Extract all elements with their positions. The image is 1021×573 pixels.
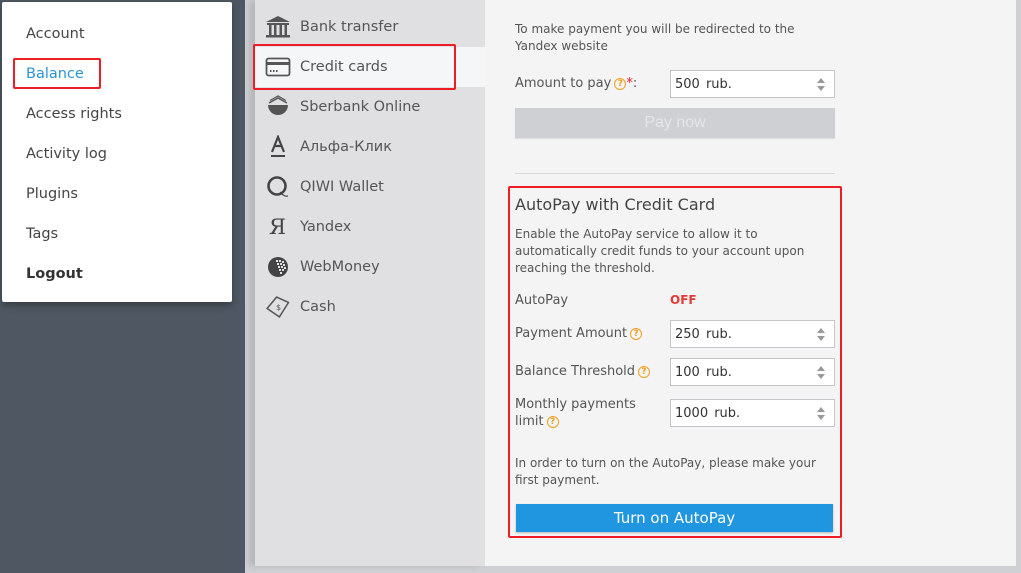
help-icon[interactable]: ? [546,415,559,428]
bank-icon [264,14,291,41]
help-icon[interactable]: ? [614,77,627,90]
spinner-up-icon[interactable] [817,327,825,333]
method-yandex[interactable]: Я Yandex [255,207,485,247]
balance-threshold-spinner[interactable] [814,361,828,383]
spinner-up-icon[interactable] [817,365,825,371]
monthly-limit-label-line1: Monthly payments [515,397,636,412]
amount-spinner[interactable] [814,73,828,95]
credit-card-icon [264,54,291,81]
method-sberbank-online[interactable]: Sberbank Online [255,87,485,127]
amount-to-pay-label: Amount to pay? *: [515,75,637,92]
autopay-description: Enable the AutoPay service to allow it t… [515,227,805,275]
method-label: QIWI Wallet [300,179,384,195]
svg-text:$: $ [276,303,281,312]
menu-item-balance[interactable]: Balance [2,54,232,94]
autopay-title: AutoPay with Credit Card [515,195,716,214]
section-divider [515,173,835,174]
pay-now-button[interactable]: Pay now [515,108,835,138]
amount-to-pay-input[interactable]: 500 rub. [670,70,835,98]
qiwi-icon [264,174,291,201]
amount-value: 500 rub. [675,76,732,92]
balance-threshold-input[interactable]: 100 rub. [670,358,835,386]
method-label: Bank transfer [300,19,399,35]
first-payment-note: In order to turn on the AutoPay, please … [515,456,816,487]
spinner-down-icon[interactable] [817,373,825,379]
spinner-up-icon[interactable] [817,77,825,83]
spinner-down-icon[interactable] [817,335,825,341]
method-label: Yandex [300,219,352,235]
alfa-bank-icon [264,134,291,161]
menu-item-tags[interactable]: Tags [2,214,232,254]
spinner-down-icon[interactable] [817,414,825,420]
payment-amount-input[interactable]: 250 rub. [670,320,835,348]
method-credit-cards[interactable]: Credit cards [255,47,485,87]
balance-threshold-label-text: Balance Threshold [515,364,636,379]
payment-amount-spinner[interactable] [814,323,828,345]
label-colon: : [632,76,638,91]
menu-item-logout[interactable]: Logout [2,254,232,294]
menu-item-activity-log[interactable]: Activity log [2,134,232,174]
payment-amount-label-text: Payment Amount [515,326,628,341]
menu-item-access-rights[interactable]: Access rights [2,94,232,134]
yandex-icon: Я [269,215,286,239]
method-alfa-click[interactable]: Альфа-Клик [255,127,485,167]
cash-icon: $ [264,294,291,321]
method-cash[interactable]: $ Cash [255,287,485,327]
payment-amount-label: Payment Amount? [515,325,643,342]
menu-item-account[interactable]: Account [2,14,232,54]
monthly-limit-value: 1000 rub. [675,405,741,421]
method-qiwi-wallet[interactable]: QIWI Wallet [255,167,485,207]
balance-threshold-value: 100 rub. [675,364,732,380]
monthly-limit-label-line2: limit [515,414,544,429]
user-dropdown-menu: Account Balance Access rights Activity l… [2,2,232,302]
sberbank-icon [264,94,291,121]
method-label: Credit cards [300,59,388,75]
method-bank-transfer[interactable]: Bank transfer [255,7,485,47]
amount-label-text: Amount to pay [515,76,612,91]
payment-methods-panel: Bank transfer Credit cards Sberbank Onli… [255,0,485,566]
spinner-down-icon[interactable] [817,85,825,91]
autopay-status-label: AutoPay [515,293,569,308]
method-webmoney[interactable]: WebMoney [255,247,485,287]
monthly-limit-label: Monthly payments limit? [515,396,636,430]
method-label: Альфа-Клик [300,139,392,155]
autopay-status-badge: OFF [670,293,697,307]
method-label: Cash [300,299,336,315]
method-label: Sberbank Online [300,99,421,115]
balance-threshold-label: Balance Threshold? [515,363,651,380]
payment-amount-value: 250 rub. [675,326,732,342]
redirect-note: To make payment you will be redirected t… [515,22,795,53]
window-edge [1016,0,1021,573]
help-icon[interactable]: ? [630,327,643,340]
monthly-limit-input[interactable]: 1000 rub. [670,399,835,427]
method-label: WebMoney [300,259,380,275]
menu-item-plugins[interactable]: Plugins [2,174,232,214]
help-icon[interactable]: ? [638,365,651,378]
monthly-limit-spinner[interactable] [814,402,828,424]
turn-on-autopay-button[interactable]: Turn on AutoPay [516,504,833,532]
spinner-up-icon[interactable] [817,406,825,412]
webmoney-icon [264,254,291,281]
